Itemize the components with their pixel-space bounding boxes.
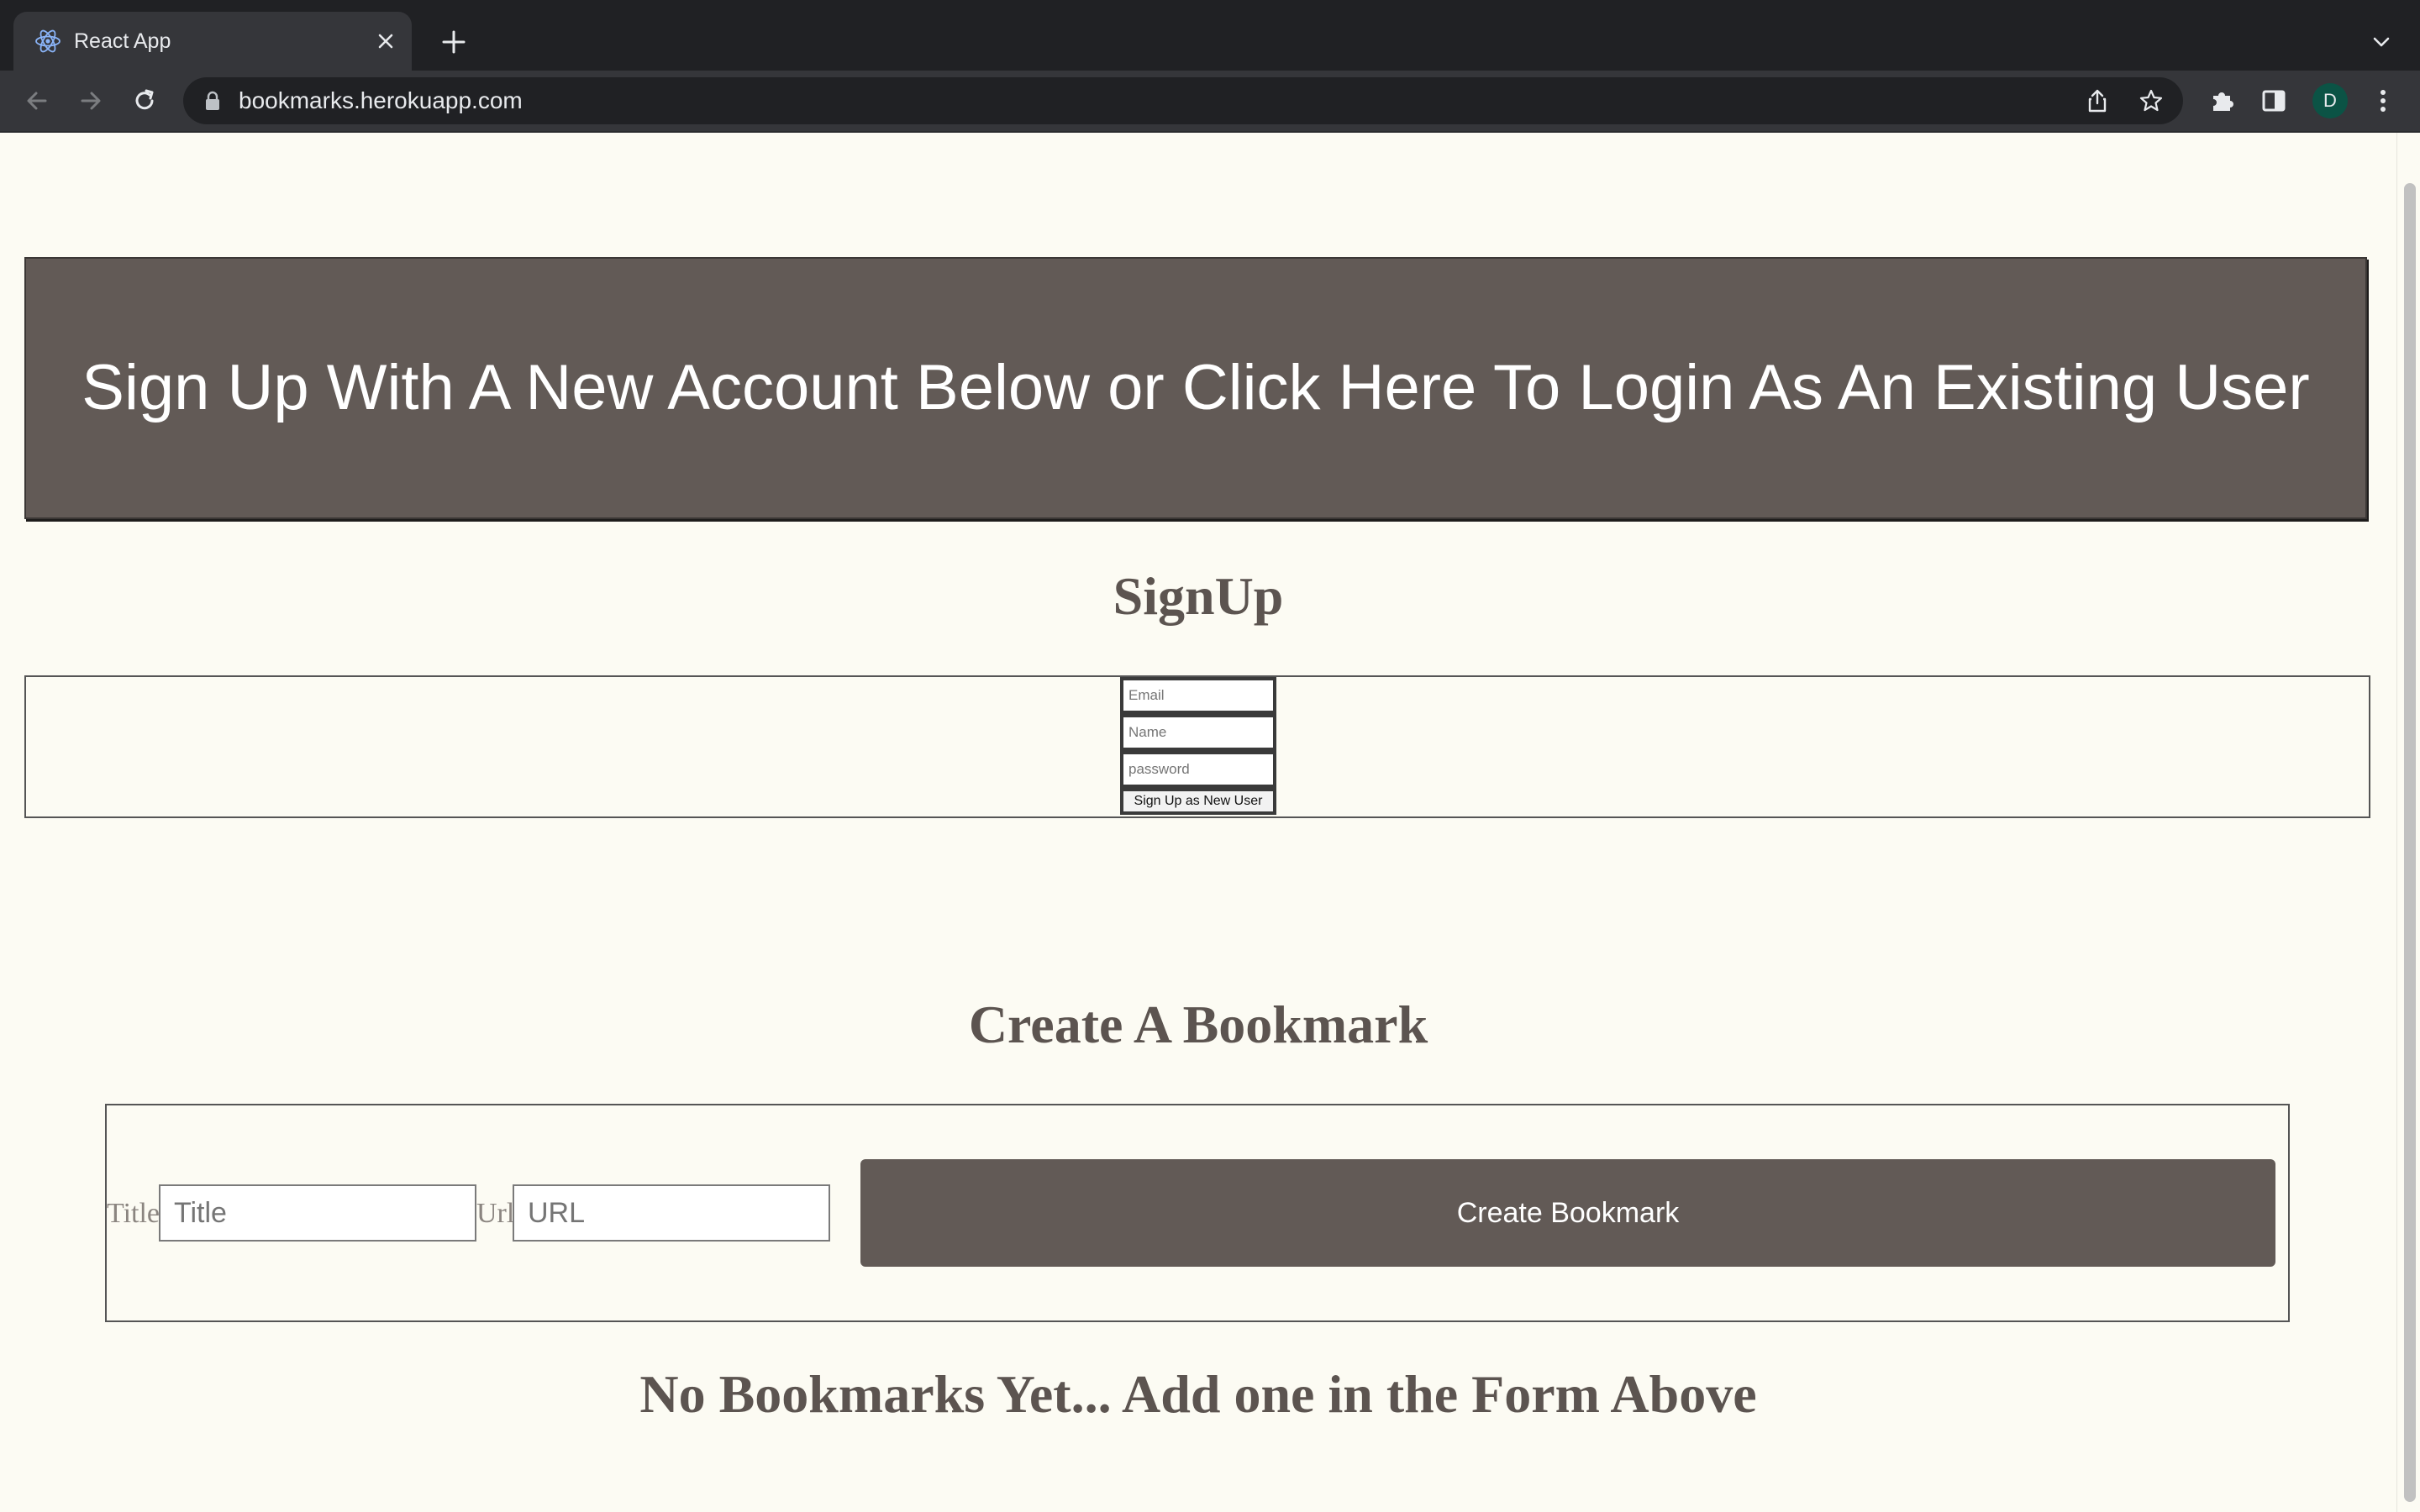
address-bar[interactable]: bookmarks.herokuapp.com [183,77,2183,124]
chevron-down-icon[interactable] [2370,30,2393,54]
reload-icon[interactable] [129,86,160,116]
password-field[interactable] [1120,751,1276,788]
signup-form: Sign Up as New User [24,675,2370,818]
back-arrow-icon[interactable] [22,86,52,116]
create-bookmark-heading: Create A Bookmark [968,995,1428,1054]
share-icon[interactable] [2084,87,2111,114]
bookmark-star-icon[interactable] [2138,87,2165,114]
forward-arrow-icon[interactable] [76,86,106,116]
url-input[interactable] [513,1184,830,1242]
url-text: bookmarks.herokuapp.com [239,87,523,113]
close-icon[interactable] [373,29,398,54]
lock-icon [206,91,219,110]
more-menu-icon[interactable] [2368,86,2398,116]
extensions-puzzle-icon[interactable] [2207,86,2237,116]
title-input[interactable] [159,1184,476,1242]
react-logo-icon [35,29,60,53]
new-tab-plus-icon[interactable] [439,27,469,57]
page-content: Sign Up With A New Account Below or Clic… [0,133,2396,1512]
browser-toolbar: bookmarks.herokuapp.com D [0,71,2420,133]
email-field[interactable] [1120,677,1276,714]
browser-tab-strip: React App [0,0,2420,71]
title-label: Title [107,1198,160,1229]
tab-title: React App [74,29,171,53]
login-banner[interactable]: Sign Up With A New Account Below or Clic… [24,257,2367,519]
bookmark-form: Title Url Create Bookmark [105,1104,2290,1322]
page-scrollbar[interactable] [2396,133,2420,1512]
browser-tab[interactable]: React App [13,12,412,71]
create-bookmark-button[interactable]: Create Bookmark [860,1159,2275,1267]
empty-bookmarks-message: No Bookmarks Yet... Add one in the Form … [639,1364,1757,1424]
signup-submit-button[interactable]: Sign Up as New User [1120,788,1276,815]
signup-heading: SignUp [1113,566,1284,626]
url-label: Url [476,1198,515,1229]
name-field[interactable] [1120,714,1276,751]
profile-avatar[interactable]: D [2312,83,2348,118]
side-panel-icon[interactable] [2259,86,2289,116]
banner-text: Sign Up With A New Account Below or Clic… [82,352,2310,423]
scrollbar-thumb[interactable] [2404,183,2416,1502]
